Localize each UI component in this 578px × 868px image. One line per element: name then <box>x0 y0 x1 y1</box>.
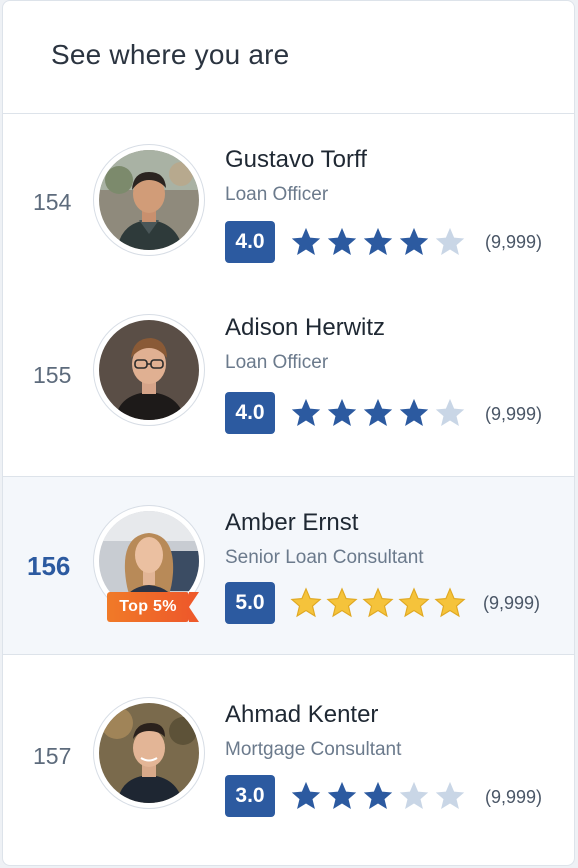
user-name[interactable]: Gustavo Torff <box>225 146 367 174</box>
rank-number: 155 <box>33 362 72 388</box>
user-name[interactable]: Ahmad Kenter <box>225 701 378 729</box>
review-count: (9,999) <box>485 787 543 807</box>
star-filled-icon <box>327 398 357 427</box>
star-gold-icon <box>290 587 322 618</box>
rank-number: 154 <box>33 189 72 215</box>
review-count: (9,999) <box>483 593 541 613</box>
avatar <box>93 314 205 426</box>
leaderboard-row[interactable]: 157 Ahmad Kenter Mortgage Consultant 3.0 <box>3 655 574 865</box>
star-rating <box>289 225 469 259</box>
card-header: See where you are <box>3 1 574 114</box>
rank-number: 157 <box>33 743 72 769</box>
star-gold-icon <box>326 587 358 618</box>
star-filled-icon <box>327 227 357 256</box>
rating-score: 5.0 <box>225 582 275 624</box>
avatar-photo <box>99 320 199 420</box>
star-filled-icon <box>291 781 321 810</box>
star-gold-icon <box>362 587 394 618</box>
star-empty-icon <box>435 227 465 256</box>
star-empty-icon <box>399 781 429 810</box>
star-filled-icon <box>291 398 321 427</box>
leaderboard-card: See where you are 154 Gustavo Torff Loan… <box>2 0 575 866</box>
user-role: Loan Officer <box>225 352 329 373</box>
rating-score: 4.0 <box>225 392 275 434</box>
leaderboard-row[interactable]: 155 Adison Herwitz Loan Officer 4.0 (9,9… <box>3 294 574 476</box>
user-role: Loan Officer <box>225 184 329 205</box>
avatar-photo <box>99 703 199 803</box>
star-gold-icon <box>434 587 466 618</box>
star-empty-icon <box>435 781 465 810</box>
review-count: (9,999) <box>485 404 543 424</box>
star-filled-icon <box>399 398 429 427</box>
star-filled-icon <box>291 227 321 256</box>
leaderboard-row-current-user[interactable]: 156 Top 5% Amber Ernst Senior Loan Consu… <box>3 476 574 655</box>
star-rating <box>289 396 469 430</box>
rating-score: 4.0 <box>225 221 275 263</box>
review-count: (9,999) <box>485 232 543 252</box>
avatar <box>93 144 205 256</box>
star-filled-icon <box>363 227 393 256</box>
star-rating <box>289 586 469 620</box>
star-filled-icon <box>399 227 429 256</box>
star-rating <box>289 779 469 813</box>
leaderboard-row[interactable]: 154 Gustavo Torff Loan Officer 4.0 (9,99… <box>3 114 574 294</box>
user-name[interactable]: Amber Ernst <box>225 509 358 537</box>
avatar-photo <box>99 150 199 250</box>
user-role: Senior Loan Consultant <box>225 547 424 568</box>
user-name[interactable]: Adison Herwitz <box>225 314 385 342</box>
star-empty-icon <box>435 398 465 427</box>
star-filled-icon <box>363 398 393 427</box>
star-gold-icon <box>398 587 430 618</box>
user-role: Mortgage Consultant <box>225 739 402 760</box>
star-filled-icon <box>363 781 393 810</box>
avatar <box>93 697 205 809</box>
rating-score: 3.0 <box>225 775 275 817</box>
star-filled-icon <box>327 781 357 810</box>
card-title: See where you are <box>51 39 290 70</box>
rank-number: 156 <box>27 551 71 581</box>
top-percent-badge: Top 5% <box>107 592 199 622</box>
